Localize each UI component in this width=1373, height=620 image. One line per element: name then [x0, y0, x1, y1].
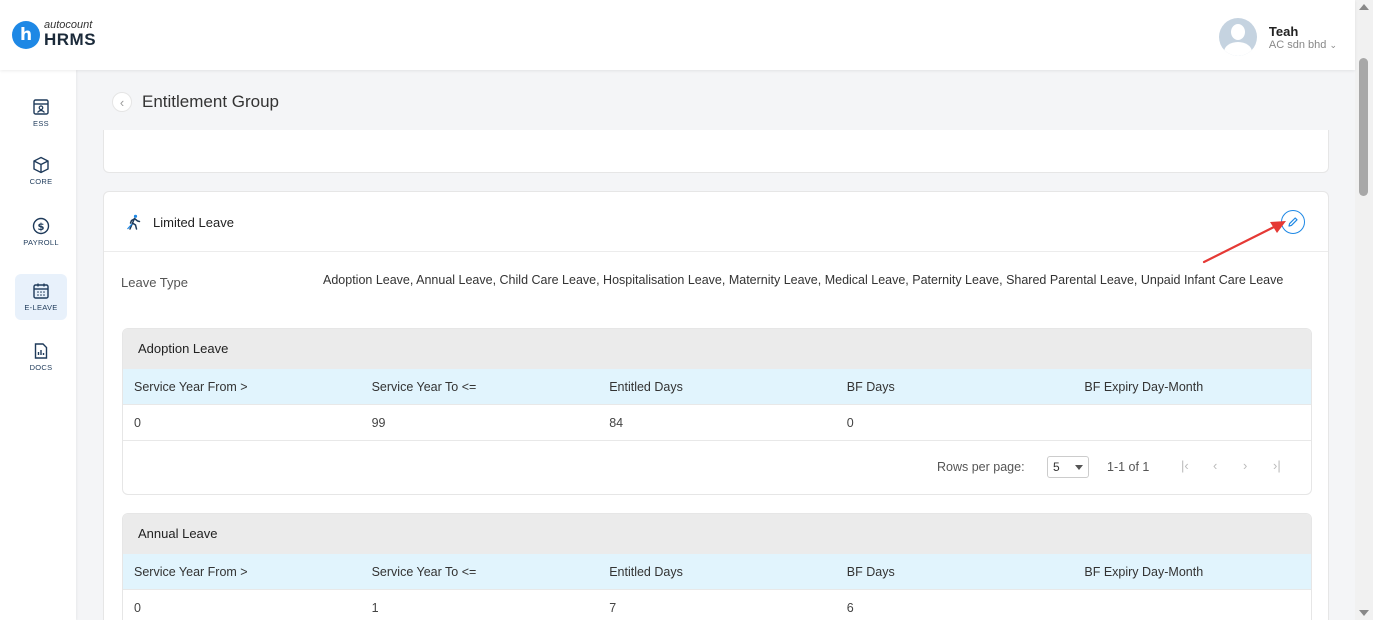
sidebar-item-e-leave[interactable]: E-LEAVE: [15, 274, 67, 320]
card-title: Limited Leave: [153, 215, 234, 230]
caret-down-icon: [1075, 465, 1083, 470]
core-icon: [33, 156, 49, 174]
sidebar-item-label: CORE: [29, 177, 53, 186]
next-page-button[interactable]: ›: [1243, 458, 1247, 473]
chevron-left-icon: ‹: [119, 94, 125, 110]
svg-text:$: $: [38, 222, 45, 233]
rows-per-page-label: Rows per page:: [937, 460, 1025, 474]
sidebar-item-ess[interactable]: ESS: [15, 90, 67, 136]
adoption-leave-table: Adoption Leave Service Year From > Servi…: [122, 328, 1312, 495]
sidebar-item-label: E-LEAVE: [24, 303, 58, 312]
scroll-down-icon[interactable]: [1359, 610, 1369, 616]
column-header[interactable]: BF Days: [836, 380, 1074, 394]
scroll-up-icon[interactable]: [1359, 4, 1369, 10]
top-bar: h autocount HRMS Teah AC sdn bhd ⌄: [0, 0, 1355, 70]
table-pagination: Rows per page: 5 1-1 of 1 |‹ ‹ › ›|: [123, 441, 1311, 494]
table-row: 0 1 7 6: [123, 590, 1311, 620]
card-header: Limited Leave: [104, 192, 1328, 252]
table-cell: 84: [609, 415, 624, 430]
table-row: 0 99 84 0: [123, 405, 1311, 441]
column-header[interactable]: Service Year From >: [123, 380, 361, 394]
table-cell: 0: [134, 600, 141, 615]
annual-leave-table: Annual Leave Service Year From > Service…: [122, 513, 1312, 620]
sidebar-item-label: DOCS: [29, 363, 53, 372]
sidebar-item-label: PAYROLL: [23, 238, 59, 247]
sidebar-item-core[interactable]: CORE: [15, 148, 67, 194]
scroll-thumb[interactable]: [1359, 58, 1368, 196]
column-header[interactable]: BF Expiry Day-Month: [1073, 380, 1311, 394]
annotation-arrow: [1202, 221, 1286, 264]
logo-mark: h: [12, 20, 40, 49]
limited-leave-card: Limited Leave Leave Type Adoption Leave,…: [103, 191, 1329, 620]
sidebar: ESS CORE $ PAYROLL E-LEAVE DOCS: [0, 70, 76, 620]
avatar: [1218, 18, 1257, 56]
docs-icon: [34, 343, 48, 359]
sidebar-item-docs[interactable]: DOCS: [15, 334, 67, 380]
walking-person-icon: [127, 214, 141, 230]
table-cell: 0: [134, 415, 141, 430]
user-name: Teah: [1268, 23, 1299, 39]
page-title: Entitlement Group: [142, 92, 280, 111]
column-header[interactable]: Service Year To <=: [361, 380, 599, 394]
ess-icon: [33, 99, 49, 115]
table-cell: 1: [371, 600, 379, 615]
table-cell: 7: [609, 600, 617, 615]
column-header[interactable]: Service Year To <=: [361, 565, 599, 579]
page-header: ‹ Entitlement Group: [112, 92, 279, 112]
prev-page-button[interactable]: ‹: [1213, 458, 1217, 473]
table-header-row: Service Year From > Service Year To <= E…: [123, 369, 1311, 405]
table-header-row: Service Year From > Service Year To <= E…: [123, 554, 1311, 590]
sidebar-item-payroll[interactable]: $ PAYROLL: [15, 209, 67, 255]
table-cell: 6: [846, 600, 854, 615]
table-cell: 99: [371, 415, 386, 430]
app-logo[interactable]: h autocount HRMS: [12, 20, 96, 49]
back-button[interactable]: ‹: [112, 92, 132, 112]
sub-table-title: Adoption Leave: [123, 329, 1311, 369]
leave-type-value: Adoption Leave, Annual Leave, Child Care…: [323, 273, 1284, 287]
sub-table-title: Annual Leave: [123, 514, 1311, 554]
chevron-down-icon: ⌄: [1329, 39, 1337, 50]
column-header[interactable]: BF Expiry Day-Month: [1073, 565, 1311, 579]
column-header[interactable]: Service Year From >: [123, 565, 361, 579]
column-header[interactable]: BF Days: [836, 565, 1074, 579]
table-cell: 0: [846, 415, 854, 430]
payroll-icon: $: [32, 217, 50, 235]
first-page-button[interactable]: |‹: [1181, 458, 1189, 473]
last-page-button[interactable]: ›|: [1273, 458, 1281, 473]
group-info-card: [103, 130, 1329, 173]
logo-brand-big: HRMS: [44, 30, 97, 49]
calendar-icon: [33, 283, 49, 299]
user-company[interactable]: AC sdn bhd ⌄: [1269, 39, 1337, 51]
leave-type-label: Leave Type: [121, 275, 188, 290]
column-header[interactable]: Entitled Days: [598, 380, 836, 394]
column-header[interactable]: Entitled Days: [598, 565, 836, 579]
rows-per-page-select[interactable]: 5: [1047, 456, 1089, 478]
vertical-scrollbar[interactable]: [1355, 0, 1373, 620]
pagination-range: 1-1 of 1: [1107, 460, 1150, 474]
sidebar-item-label: ESS: [33, 119, 49, 128]
user-menu[interactable]: Teah AC sdn bhd ⌄: [1218, 18, 1337, 56]
